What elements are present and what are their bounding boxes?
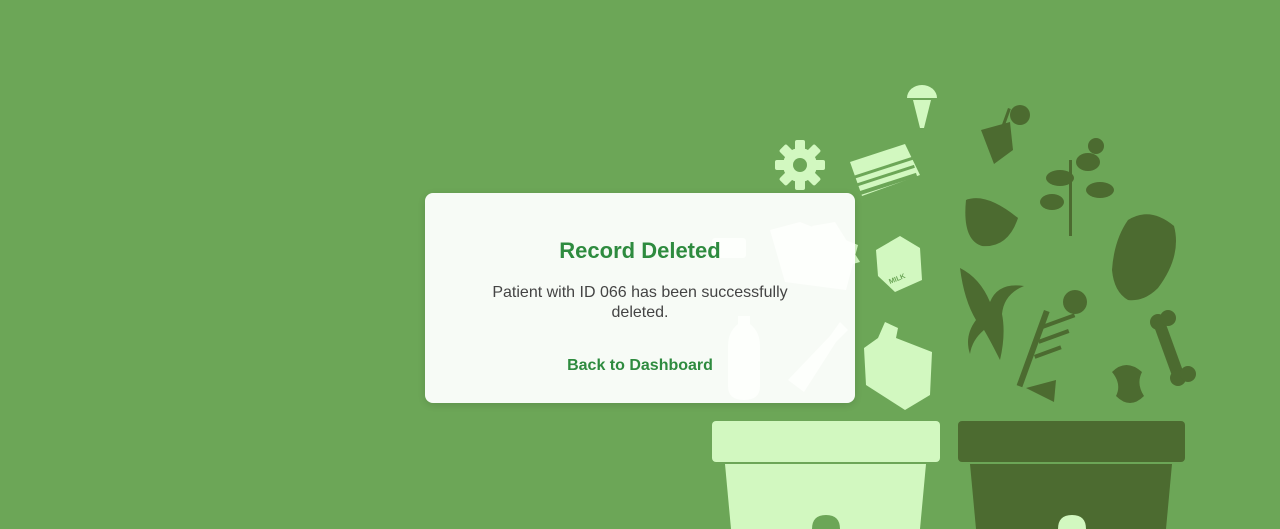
bowl-icon [965, 198, 1018, 247]
potted-plant-icon [981, 105, 1030, 164]
recycle-bin [712, 421, 940, 529]
gear-icon [775, 140, 825, 190]
back-to-dashboard-link[interactable]: Back to Dashboard [425, 357, 855, 375]
herb-icon [1040, 138, 1114, 236]
milk-carton-icon: MILK [876, 236, 922, 292]
dialog-title: Record Deleted [559, 238, 721, 263]
apple-core-icon [1112, 365, 1144, 403]
screw-icon [907, 85, 937, 128]
dialog-message: Patient with ID 066 has been successfull… [492, 284, 788, 321]
cabbage-icon [1112, 214, 1176, 301]
banana-peel-icon [960, 268, 1024, 360]
canister-icon [864, 322, 932, 410]
deletion-confirmation-dialog: Record Deleted Patient with ID 066 has b… [425, 193, 855, 403]
fish-bone-icon [1016, 290, 1087, 402]
bone-icon [1150, 310, 1196, 386]
organic-bin [958, 421, 1185, 529]
paper-stack-icon [850, 144, 920, 196]
